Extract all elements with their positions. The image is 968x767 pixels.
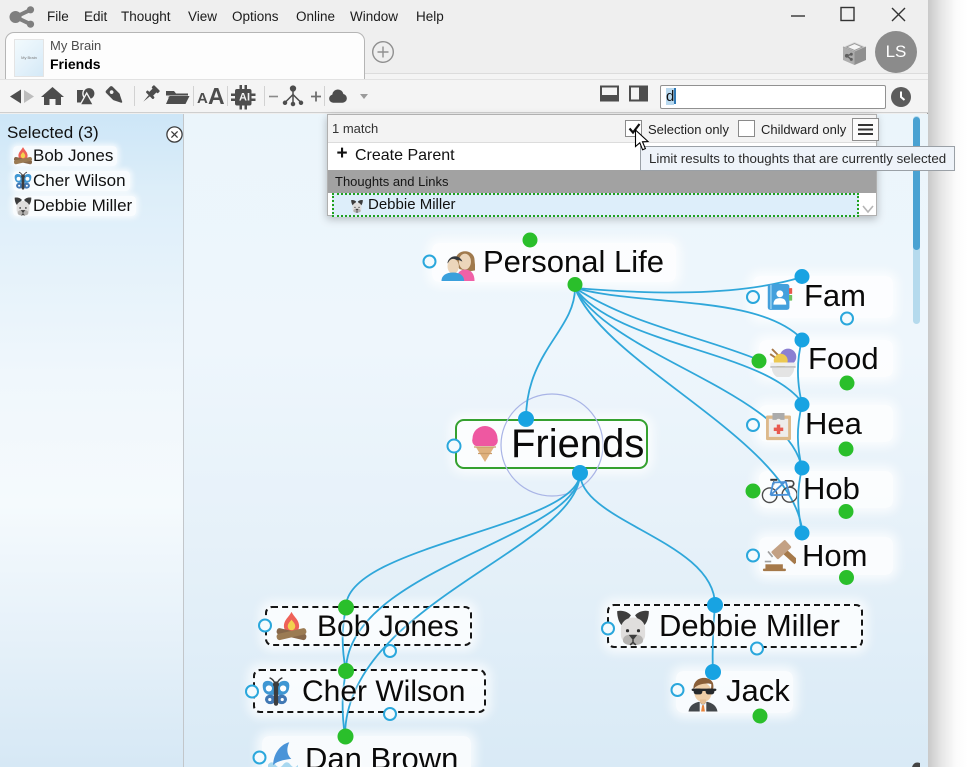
svg-text:A: A: [197, 90, 208, 107]
svg-text:AI: AI: [239, 92, 250, 104]
svg-text:A: A: [208, 83, 225, 109]
